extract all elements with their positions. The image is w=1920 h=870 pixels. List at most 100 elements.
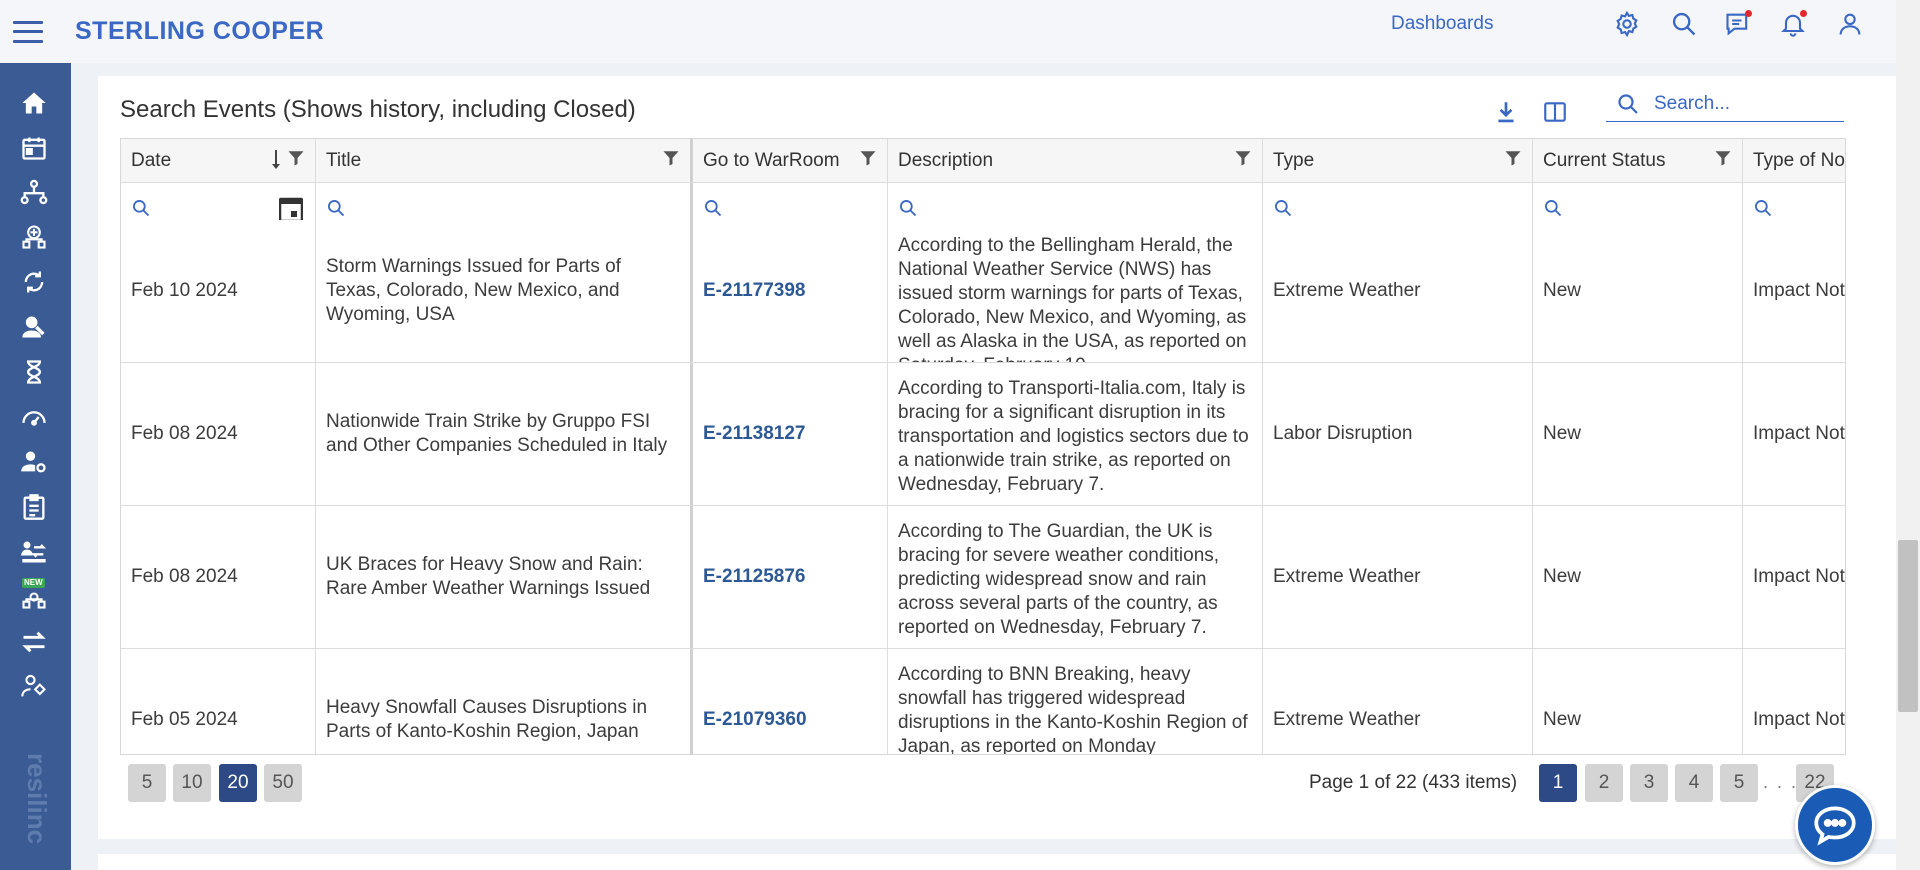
swap-icon[interactable] [18,626,50,658]
column-header-warroom[interactable]: Go to WarRoom [693,139,888,182]
cell-status: New [1533,649,1743,754]
cell-type: Extreme Weather [1263,649,1533,754]
page-button-5[interactable]: 5 [1720,764,1758,802]
page-size-50[interactable]: 50 [264,764,302,802]
search-icon [705,200,722,217]
filter-icon[interactable] [662,149,680,167]
cell-title: Storm Warnings Issued for Parts of Texas… [316,220,693,362]
chat-button[interactable] [1795,785,1875,865]
dashboards-link[interactable]: Dashboards [1391,13,1493,35]
hierarchy-icon[interactable] [18,176,50,208]
new-network-icon[interactable]: NEW [18,578,50,613]
page-size-5[interactable]: 5 [128,764,166,802]
warroom-link[interactable]: E-21177398 [703,279,806,303]
cell-description: According to the Bellingham Herald, the … [888,220,1263,362]
message-alert-dot [1745,10,1752,17]
cell-date: Feb 10 2024 [121,220,316,362]
warroom-link[interactable]: E-21138127 [703,422,806,446]
user-icon[interactable] [1834,8,1866,40]
column-header-status[interactable]: Current Status [1533,139,1743,182]
column-label: Title [326,149,362,171]
page-button-3[interactable]: 3 [1630,764,1668,802]
cell-date: Feb 08 2024 [121,363,316,505]
column-header-type[interactable]: Type [1263,139,1533,182]
column-header-title[interactable]: Title [316,139,693,182]
grid-search[interactable] [1606,87,1844,122]
cell-notification-type: Impact Not [1753,566,1845,587]
table-row[interactable]: Feb 08 2024 UK Braces for Heavy Snow and… [121,506,1845,649]
filter-icon[interactable] [1504,149,1522,167]
scrollbar-thumb[interactable] [1898,540,1918,712]
transfer-icon[interactable] [18,536,50,568]
cell-date: Feb 05 2024 [121,649,316,754]
warroom-link[interactable]: E-21125876 [703,565,806,589]
clipboard-icon[interactable] [18,491,50,523]
page-button-4[interactable]: 4 [1675,764,1713,802]
notification-alert-dot [1800,10,1807,17]
download-icon[interactable] [1491,97,1521,127]
calendar-icon[interactable] [18,132,50,164]
table-row[interactable]: Feb 10 2024 Storm Warnings Issued for Pa… [121,220,1845,363]
page-info: Page 1 of 22 (433 items) [1309,772,1518,793]
cell-notification-type: Impact Not [1753,423,1845,444]
menu-icon[interactable] [13,20,43,43]
search-person-icon[interactable] [18,311,50,343]
sidebar: NEW resilinc [0,63,71,870]
map-network-icon[interactable] [18,221,50,253]
column-label: Date [131,149,172,171]
new-badge: NEW [22,578,45,588]
column-label: Go to WarRoom [703,149,840,171]
search-icon [133,200,150,217]
page-size-20[interactable]: 20 [219,764,257,802]
chat-icon [1814,806,1856,846]
brand-logo[interactable]: STERLING COOPER [75,17,324,46]
search-icon [1755,200,1772,217]
user-settings-icon[interactable] [18,446,50,478]
page-button-2[interactable]: 2 [1585,764,1623,802]
events-grid: Date Title Go to WarRoom Description Typ… [120,138,1846,755]
page-scrollbar[interactable] [1896,0,1920,870]
column-header-notification-type[interactable]: Type of No [1743,139,1845,182]
warroom-link[interactable]: E-21079360 [703,708,807,732]
search-icon [1545,200,1562,217]
search-icon [1275,200,1292,217]
cell-warroom: E-21177398 [693,220,888,362]
search-icon[interactable] [1668,8,1700,40]
home-icon[interactable] [18,87,50,119]
messages-icon[interactable] [1722,8,1754,40]
cell-description: According to Transporti-Italia.com, Ital… [888,363,1263,505]
events-card: Search Events (Shows history, including … [98,76,1896,839]
column-label: Type [1273,149,1315,171]
page-size-10[interactable]: 10 [173,764,211,802]
cell-type: Labor Disruption [1263,363,1533,505]
cell-type: Extreme Weather [1263,506,1533,648]
notifications-icon[interactable] [1777,8,1809,40]
search-icon [328,200,345,217]
filter-icon[interactable] [1714,149,1732,167]
column-header-description[interactable]: Description [888,139,1263,182]
cell-title: Heavy Snowfall Causes Disruptions in Par… [316,649,693,754]
page-title: Search Events (Shows history, including … [120,96,636,123]
grid-search-input[interactable] [1654,93,1834,115]
hourglass-icon[interactable] [18,356,50,388]
table-row[interactable]: Feb 08 2024 Nationwide Train Strike by G… [121,363,1845,506]
settings-icon[interactable] [1611,8,1643,40]
filter-icon[interactable] [287,149,305,167]
hand-settings-icon[interactable] [18,671,50,703]
column-header-date[interactable]: Date [121,139,316,182]
filter-icon[interactable] [859,149,877,167]
sort-descending-icon[interactable] [269,148,283,170]
column-chooser-icon[interactable] [1540,97,1570,127]
sync-icon[interactable] [18,266,50,298]
calendar-picker-icon[interactable] [279,196,303,222]
filter-icon[interactable] [1234,149,1252,167]
cell-status: New [1533,220,1743,362]
table-row[interactable]: Feb 05 2024 Heavy Snowfall Causes Disrup… [121,649,1845,754]
gauge-icon[interactable] [18,401,50,433]
cell-warroom: E-21079360 [693,649,888,754]
cell-description: According to The Guardian, the UK is bra… [888,506,1263,648]
next-card [98,854,1896,870]
column-label: Current Status [1543,149,1666,171]
page-button-1[interactable]: 1 [1539,764,1577,802]
column-label: Type of No [1753,149,1845,171]
